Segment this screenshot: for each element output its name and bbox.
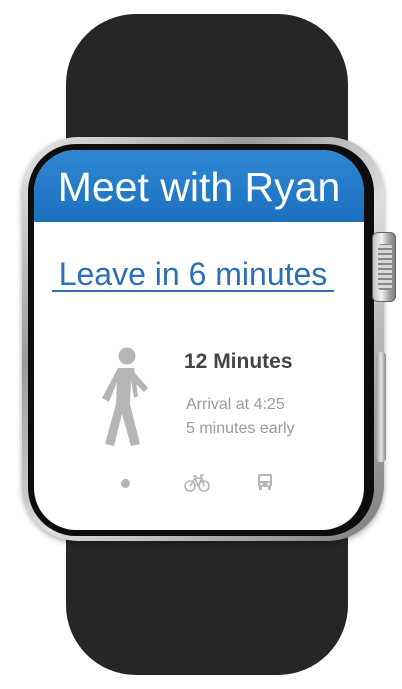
watch-screen: Meet with Ryan Leave in 6 minutes 12 Min… xyxy=(34,150,364,530)
leave-time-link[interactable]: Leave in 6 minutes xyxy=(52,254,334,294)
bus-icon[interactable] xyxy=(257,473,273,491)
side-button[interactable] xyxy=(376,352,386,462)
bicycle-icon[interactable] xyxy=(184,473,210,493)
leave-link-underline xyxy=(52,290,334,292)
crown-ridges xyxy=(378,244,392,290)
event-title: Meet with Ryan xyxy=(34,150,364,222)
early-status: 5 minutes early xyxy=(186,420,295,437)
arrival-time: Arrival at 4:25 xyxy=(186,396,285,413)
travel-duration: 12 Minutes xyxy=(184,350,293,373)
walk-dot-icon[interactable] xyxy=(121,479,130,488)
walking-person-icon xyxy=(102,347,148,446)
